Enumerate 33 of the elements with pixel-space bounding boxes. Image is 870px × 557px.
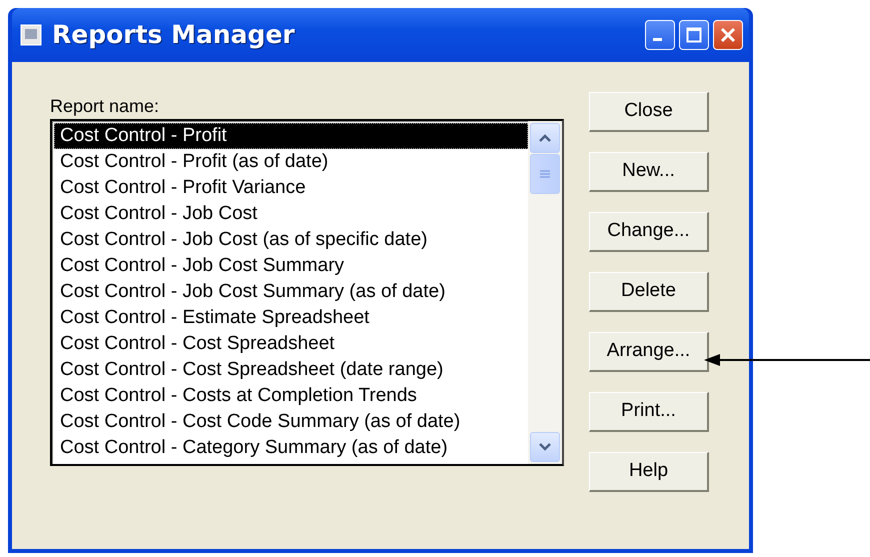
minimize-button[interactable] — [645, 20, 675, 50]
dialog-button[interactable]: New... — [589, 152, 709, 192]
window-title: Reports Manager — [52, 19, 296, 52]
list-item[interactable]: Cost Control - Job Cost (as of specific date) — [54, 227, 528, 253]
close-button[interactable] — [713, 20, 743, 50]
scroll-down-button[interactable] — [530, 432, 560, 462]
list-item[interactable]: Cost Control - Profit (as of date) — [54, 149, 528, 175]
close-icon — [720, 27, 736, 43]
dialog-button[interactable]: Delete — [589, 272, 709, 312]
dialog-button[interactable]: Arrange... — [589, 332, 709, 372]
scroll-thumb[interactable] — [530, 154, 560, 194]
scroll-up-button[interactable] — [530, 123, 560, 153]
dialog-button[interactable]: Help — [589, 452, 709, 492]
minimize-icon — [652, 38, 662, 41]
dialog-button[interactable]: Change... — [589, 212, 709, 252]
list-item[interactable]: Cost Control - Job Cost — [54, 201, 528, 227]
list-item[interactable]: Cost Control - Job Cost Summary — [54, 253, 528, 279]
list-item[interactable]: Cost Control - Cost Spreadsheet — [54, 331, 528, 357]
list-item[interactable]: Cost Control - Category Summary (as of date) — [54, 435, 528, 461]
list-item[interactable]: Cost Control - Profit Variance — [54, 175, 528, 201]
list-item[interactable]: Cost Control - Cost Code Summary (as of date) — [54, 409, 528, 435]
list-item[interactable]: Cost Control - Cost Spreadsheet (date range) — [54, 357, 528, 383]
dialog-button[interactable]: Print... — [589, 392, 709, 432]
scrollbar[interactable] — [528, 121, 562, 464]
list-item[interactable]: Cost Control - Costs at Completion Trends — [54, 383, 528, 409]
list-item[interactable]: Cost Control - Profit — [54, 123, 528, 149]
list-label: Report name: — [50, 96, 160, 116]
maximize-icon — [686, 27, 702, 43]
maximize-button[interactable] — [679, 20, 709, 50]
list-item[interactable]: Cost Control - Estimate Spreadsheet — [54, 305, 528, 331]
app-icon — [20, 24, 42, 46]
dialog-button[interactable]: Close — [589, 92, 709, 132]
list-item[interactable]: Cost Control - Job Cost Summary (as of date) — [54, 279, 528, 305]
